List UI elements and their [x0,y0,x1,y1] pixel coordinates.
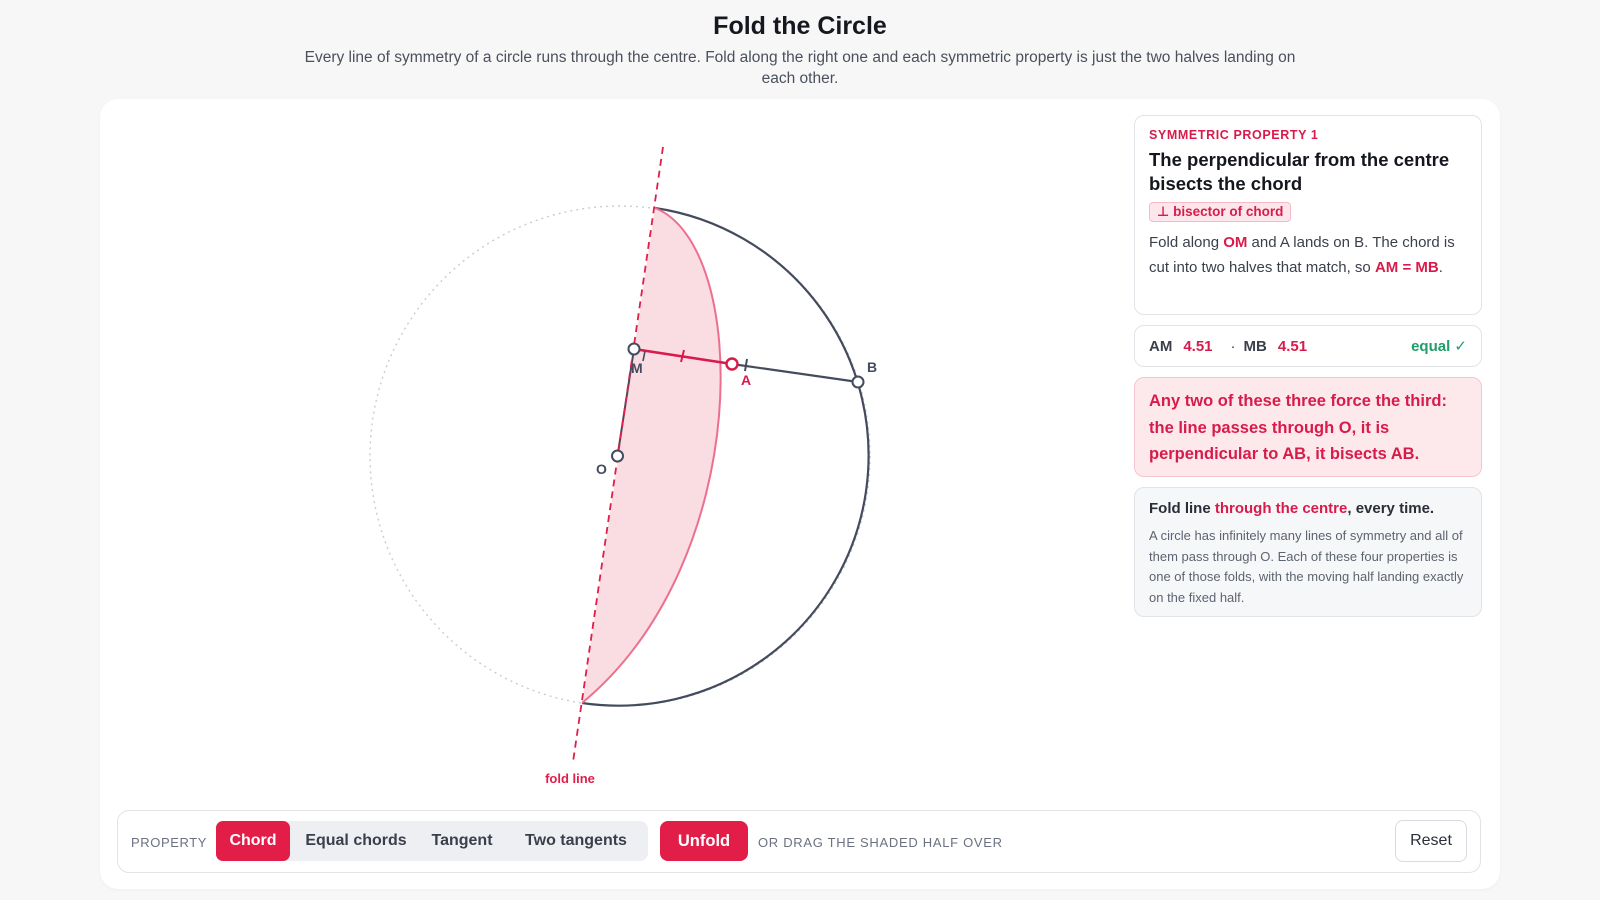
point-a[interactable] [725,357,739,371]
property-tabs: Chord Equal chords Tangent Two tangents [216,821,648,861]
property-body-text: Fold along [1149,234,1224,251]
tab-two-tangents[interactable]: Two tangents [508,821,644,861]
label-b: B [867,359,877,375]
property-tag: ⊥ bisector of chord [1149,202,1292,222]
tab-chord[interactable]: Chord [216,821,290,861]
property-eyebrow: SYMMETRIC PROPERTY 1 [1149,128,1319,142]
mb-value: 4.51 [1277,337,1308,355]
tab-equal-chords[interactable]: Equal chords [296,821,416,861]
property-body-text: . [1438,259,1443,276]
property-body: Fold along OM and A lands on B. The chor… [1149,230,1467,280]
label-m: M [631,360,643,376]
bottom-toolbar: PROPERTY Chord Equal chords Tangent Two … [117,810,1481,873]
property-body-highlight-om: OM [1223,234,1248,251]
equal-tick-mb [744,358,748,372]
fold-line-label: fold line [545,771,595,786]
am-value: 4.51 [1183,337,1213,355]
property-card: SYMMETRIC PROPERTY 1 The perpendicular f… [1134,115,1482,315]
label-a: A [741,372,751,388]
property-label: PROPERTY [131,835,208,850]
unfold-button[interactable]: Unfold [660,821,748,861]
measure-separator: · [1230,337,1236,355]
note-body: A circle has infinitely many lines of sy… [1149,528,1464,605]
note-lead-highlight: through the centre [1214,500,1348,517]
note-box: Fold line through the centre, every time… [1134,487,1482,617]
property-body-highlight-equation: AM = MB [1374,259,1439,276]
reset-button[interactable]: Reset [1395,820,1467,862]
label-o: O [596,461,607,477]
shaded-folding-half[interactable] [582,208,721,703]
tab-tangent[interactable]: Tangent [420,821,504,861]
note-lead-text: , every time. [1347,500,1435,517]
mb-label: MB [1243,337,1267,355]
equal-status-badge: equal ✓ [1411,338,1467,355]
note-lead-text: Fold line [1149,500,1215,517]
property-title: The perpendicular from the centre bisect… [1149,149,1450,194]
callout-box: Any two of these three force the third: … [1134,377,1482,477]
am-label: AM [1149,337,1173,355]
point-m[interactable] [627,342,641,356]
note-lead: Fold line through the centre, every time… [1149,498,1467,520]
point-o[interactable] [611,449,624,463]
measurement-bar: AM 4.51 · MB 4.51 equal ✓ [1134,325,1482,367]
drag-hint: OR DRAG THE SHADED HALF OVER [758,835,1003,850]
point-b[interactable] [851,375,865,389]
